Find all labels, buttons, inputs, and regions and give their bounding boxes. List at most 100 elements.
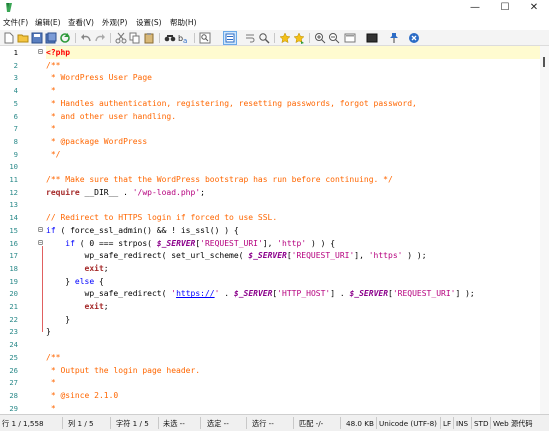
code-line[interactable]: } else {: [46, 276, 104, 289]
line-number: 19: [9, 276, 18, 286]
code-line[interactable]: /**: [46, 60, 60, 73]
code-line[interactable]: // Redirect to HTTPS login if forced to …: [46, 212, 277, 225]
status-eol[interactable]: LF: [443, 418, 451, 429]
save-all-icon[interactable]: [45, 32, 57, 44]
code-token: * @since 2.1.0: [46, 390, 119, 400]
minimize-button[interactable]: —: [460, 0, 490, 16]
line-number: 24: [9, 340, 18, 350]
menu-view[interactable]: 查看(V): [68, 17, 94, 29]
code-line[interactable]: */: [46, 149, 61, 162]
code-token: *: [46, 403, 56, 413]
menu-edit[interactable]: 编辑(E): [35, 17, 61, 29]
code-token: require: [46, 187, 80, 197]
line-number: 21: [9, 302, 18, 311]
code-token: exit: [84, 263, 104, 273]
code-token: */: [46, 149, 61, 159]
open-file-icon[interactable]: [17, 32, 29, 44]
code-editor[interactable]: 1 2 3 4 5 6 7 8 9 10 11 12 13 14 15 16 17 18 19 20 21 22 23 24 2…: [0, 46, 549, 414]
code-token: 'HTTP_HOST': [277, 289, 331, 299]
fold-toggle-icon[interactable]: ⊟: [38, 47, 43, 56]
code-line[interactable]: * Output the login page header.: [46, 365, 200, 378]
new-file-icon[interactable]: [3, 32, 15, 44]
print-icon[interactable]: [199, 32, 211, 44]
status-chars: 字符 1 / 5: [116, 419, 149, 428]
save-icon[interactable]: [31, 32, 43, 44]
code-area[interactable]: <?php /** * WordPress User Page * * Handl…: [46, 46, 540, 414]
code-token: exit: [84, 302, 104, 311]
scrollbar-thumb[interactable]: [543, 57, 545, 67]
menu-help[interactable]: 帮助(H): [170, 17, 197, 29]
word-wrap-icon[interactable]: [244, 32, 256, 44]
line-number: 1: [13, 48, 18, 57]
status-bar: 行 1 / 1,558 列 1 / 5 字符 1 / 5 未选 -- 选定 --…: [0, 414, 549, 431]
code-token: 'REQUEST_URI': [392, 289, 456, 299]
undo-icon[interactable]: [80, 32, 92, 44]
status-scheme[interactable]: Web 源代码: [493, 418, 533, 429]
paste-icon[interactable]: [143, 32, 155, 44]
code-line[interactable]: /** Make sure that the WordPress bootstr…: [46, 174, 393, 187]
code-line[interactable]: exit;: [46, 301, 109, 314]
menu-settings[interactable]: 设置(S): [136, 17, 162, 29]
status-unselected: 未选 --: [163, 419, 185, 428]
code-line[interactable]: * Handles authentication, registering, r…: [46, 98, 417, 111]
close-button[interactable]: ✕: [519, 0, 549, 16]
line-number: 25: [9, 352, 18, 362]
code-line[interactable]: *: [46, 403, 56, 414]
bookmark-next-icon[interactable]: [293, 32, 305, 44]
code-token: *: [46, 378, 56, 388]
menu-appearance[interactable]: 外观(P): [102, 17, 127, 29]
status-encoding[interactable]: Unicode (UTF-8): [379, 418, 437, 429]
code-token[interactable]: https://: [176, 289, 215, 298]
zoom-in-icon[interactable]: [314, 32, 326, 44]
code-token: if: [46, 225, 56, 235]
code-line[interactable]: <?php: [46, 47, 70, 60]
code-line[interactable]: * and other user handling.: [46, 111, 176, 124]
code-line[interactable]: wp_safe_redirect( 'https://' . $_SERVER[…: [46, 288, 475, 301]
find-icon[interactable]: [164, 32, 176, 44]
replace-icon[interactable]: ba: [178, 32, 190, 44]
code-token: ;: [103, 263, 109, 273]
maximize-button[interactable]: ☐: [490, 0, 520, 16]
line-number: 18: [9, 263, 18, 273]
code-line[interactable]: if ( 0 === strpos( $_SERVER['REQUEST_URI…: [46, 238, 335, 251]
pin-icon[interactable]: [388, 32, 400, 44]
code-line[interactable]: * @package WordPress: [46, 136, 147, 149]
bookmark-icon[interactable]: [279, 32, 291, 44]
code-line[interactable]: wp_safe_redirect( set_url_scheme( $_SERV…: [46, 250, 427, 263]
line-number: 6: [13, 111, 18, 121]
code-line[interactable]: }: [46, 326, 51, 339]
code-line[interactable]: /**: [46, 352, 60, 365]
fold-toggle-icon[interactable]: ⊟: [38, 225, 43, 234]
menu-file[interactable]: 文件(F): [3, 17, 28, 29]
line-number: 23: [9, 327, 18, 337]
line-numbers-icon[interactable]: [223, 31, 237, 45]
line-number: 15: [9, 225, 18, 235]
line-number: 16: [9, 238, 18, 248]
code-token: ;: [103, 302, 109, 311]
status-insert-mode[interactable]: INS: [456, 418, 468, 429]
vertical-scrollbar[interactable]: [540, 46, 549, 414]
fullscreen-icon[interactable]: [344, 32, 356, 44]
code-line[interactable]: if ( force_ssl_admin() && ! is_ssl() ) {: [46, 225, 239, 238]
dark-screen-icon[interactable]: [366, 32, 378, 44]
code-token: <?php: [46, 48, 71, 57]
code-line[interactable]: * WordPress User Page: [46, 72, 152, 85]
code-line[interactable]: *: [46, 377, 56, 390]
zoom-out-icon[interactable]: [328, 32, 340, 44]
code-line[interactable]: *: [46, 85, 56, 98]
reload-icon[interactable]: [59, 32, 71, 44]
code-line[interactable]: * @since 2.1.0: [46, 390, 118, 403]
code-line[interactable]: exit;: [46, 263, 109, 276]
code-line[interactable]: }: [46, 314, 70, 327]
redo-icon[interactable]: [94, 32, 106, 44]
code-token: 'http': [277, 238, 307, 248]
status-std[interactable]: STD: [474, 418, 489, 429]
code-line[interactable]: *: [46, 123, 56, 136]
status-line[interactable]: 行 1 / 1,558: [2, 418, 44, 429]
cut-icon[interactable]: [115, 32, 127, 44]
code-line[interactable]: require __DIR__ . '/wp-load.php';: [46, 187, 205, 200]
copy-icon[interactable]: [129, 32, 141, 44]
zoom-icon[interactable]: [258, 32, 270, 44]
exit-icon[interactable]: [408, 32, 420, 44]
